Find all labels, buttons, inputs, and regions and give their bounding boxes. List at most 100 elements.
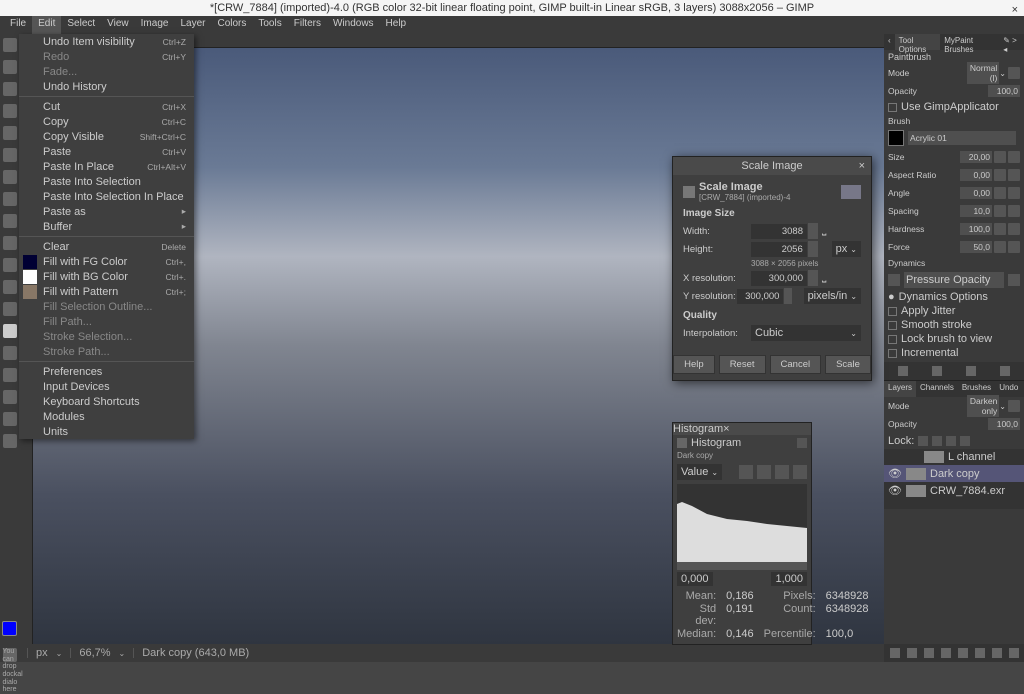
delete-layer-icon[interactable] xyxy=(1009,648,1019,658)
menu-icon[interactable] xyxy=(797,438,807,448)
mode-menu-icon[interactable] xyxy=(1008,67,1020,79)
free-select-tool-icon[interactable] xyxy=(3,60,17,74)
eraser-tool-icon[interactable] xyxy=(3,346,17,360)
menu-item-copy-visible[interactable]: Copy VisibleShift+Ctrl+C xyxy=(19,129,194,144)
menu-item-buffer[interactable]: Buffer▸ xyxy=(19,219,194,234)
spacing-value[interactable]: 10,0 xyxy=(960,205,992,217)
tool-options-tabs[interactable]: ‹ Tool Options MyPaint Brushes ✎ > ◂ xyxy=(884,34,1024,50)
smudge-tool-icon[interactable] xyxy=(3,412,17,426)
menu-file[interactable]: File xyxy=(4,16,32,34)
menu-item-keyboard-shortcuts[interactable]: Keyboard Shortcuts xyxy=(19,394,194,409)
smooth-checkbox[interactable] xyxy=(888,321,897,330)
menu-item-paste-into-selection[interactable]: Paste Into Selection xyxy=(19,174,194,189)
menu-layer[interactable]: Layer xyxy=(174,16,211,34)
size-reset-icon[interactable] xyxy=(994,151,1006,163)
unit-select[interactable]: px⌄ xyxy=(832,241,861,257)
hardness-value[interactable]: 100,0 xyxy=(960,223,992,235)
menu-select[interactable]: Select xyxy=(61,16,101,34)
fuzzy-select-tool-icon[interactable] xyxy=(3,82,17,96)
hist-max[interactable]: 1,000 xyxy=(771,572,807,586)
jitter-checkbox[interactable] xyxy=(888,307,897,316)
save-icon[interactable] xyxy=(898,366,908,376)
lock-alpha-icon[interactable] xyxy=(946,436,956,446)
menu-item-paste-in-place[interactable]: Paste In PlaceCtrl+Alt+V xyxy=(19,159,194,174)
linear-icon[interactable] xyxy=(739,465,753,479)
brush-size[interactable]: 20,00 xyxy=(960,151,992,163)
res-unit-select[interactable]: pixels/in⌄ xyxy=(804,288,861,304)
menu-item-fill-with-fg-color[interactable]: Fill with FG ColorCtrl+, xyxy=(19,254,194,269)
lock-pixels-icon[interactable] xyxy=(918,436,928,446)
size-link-icon[interactable] xyxy=(1008,151,1020,163)
menu-item-fill-with-pattern[interactable]: Fill with PatternCtrl+; xyxy=(19,284,194,299)
warp-tool-icon[interactable] xyxy=(3,214,17,228)
force-value[interactable]: 50,0 xyxy=(960,241,992,253)
menu-item-preferences[interactable]: Preferences xyxy=(19,364,194,379)
menu-image[interactable]: Image xyxy=(135,16,175,34)
layer-visibility-icon[interactable]: 👁 xyxy=(888,484,898,497)
menu-filters[interactable]: Filters xyxy=(288,16,327,34)
menu-item-undo-history[interactable]: Undo History xyxy=(19,79,194,94)
menu-windows[interactable]: Windows xyxy=(327,16,380,34)
menu-view[interactable]: View xyxy=(101,16,135,34)
rotate-tool-icon[interactable] xyxy=(3,148,17,162)
menu-item-undo-item-visibility[interactable]: Undo Item visibilityCtrl+Z xyxy=(19,34,194,49)
angle-value[interactable]: 0,00 xyxy=(960,187,992,199)
status-zoom[interactable]: 66,7% xyxy=(79,647,110,659)
gradient-tool-icon[interactable] xyxy=(3,280,17,294)
lockbrush-checkbox[interactable] xyxy=(888,335,897,344)
scale-button[interactable]: Scale xyxy=(825,355,871,374)
menu-item-copy[interactable]: CopyCtrl+C xyxy=(19,114,194,129)
menu-item-clear[interactable]: ClearDelete xyxy=(19,239,194,254)
menu-item-cut[interactable]: CutCtrl+X xyxy=(19,99,194,114)
menu-item-paste-as[interactable]: Paste as▸ xyxy=(19,204,194,219)
lock-position-icon[interactable] xyxy=(932,436,942,446)
close-icon[interactable]: × xyxy=(859,160,865,172)
rect-select-tool-icon[interactable] xyxy=(3,38,17,52)
xres-input[interactable]: 300,000 xyxy=(751,271,807,286)
status-unit[interactable]: px xyxy=(36,647,48,659)
menu-item-units[interactable]: Units xyxy=(19,424,194,439)
log-icon[interactable] xyxy=(757,465,771,479)
menu-item-fill-with-bg-color[interactable]: Fill with BG ColorCtrl+. xyxy=(19,269,194,284)
layer-item[interactable]: 👁CRW_7884.exr xyxy=(884,482,1024,499)
dodge-tool-icon[interactable] xyxy=(3,434,17,448)
brush-name[interactable]: Acrylic 01 xyxy=(908,131,1016,145)
clone-tool-icon[interactable] xyxy=(3,368,17,382)
incremental-checkbox[interactable] xyxy=(888,349,897,358)
range-slider[interactable] xyxy=(677,562,807,570)
aspect-value[interactable]: 0,00 xyxy=(960,169,992,181)
menu-tools[interactable]: Tools xyxy=(252,16,287,34)
layer-mode[interactable]: Darken only xyxy=(967,395,999,417)
layer-opacity[interactable]: 100,0 xyxy=(988,418,1020,430)
layer-item[interactable]: 👁Dark copy xyxy=(884,465,1024,482)
brush-thumb-icon[interactable] xyxy=(888,130,904,146)
bucket-tool-icon[interactable] xyxy=(3,258,17,272)
menu-item-paste-into-selection-in-place[interactable]: Paste Into Selection In Place xyxy=(19,189,194,204)
hist-min[interactable]: 0,000 xyxy=(677,572,713,586)
move-tool-icon[interactable] xyxy=(3,126,17,140)
opacity-value[interactable]: 100,0 xyxy=(988,85,1020,97)
reset-button[interactable]: Reset xyxy=(719,355,766,374)
layer-visibility-icon[interactable]: 👁 xyxy=(888,467,898,480)
interpolation-select[interactable]: Cubic⌄ xyxy=(751,325,861,341)
dynamics-name[interactable]: Pressure Opacity xyxy=(904,272,1004,288)
flip-tool-icon[interactable] xyxy=(3,192,17,206)
height-input[interactable]: 2056 xyxy=(751,242,807,257)
menu-item-paste[interactable]: PasteCtrl+V xyxy=(19,144,194,159)
dynamics-icon[interactable] xyxy=(888,274,900,286)
help-button[interactable]: Help xyxy=(673,355,715,374)
crop-tool-icon[interactable] xyxy=(3,104,17,118)
mode-select[interactable]: Normal (l) xyxy=(967,62,999,84)
menu-edit[interactable]: Edit xyxy=(32,16,61,34)
paintbrush-tool-icon[interactable] xyxy=(3,324,17,338)
width-input[interactable]: 3088 xyxy=(751,224,807,239)
yres-input[interactable]: 300,000 xyxy=(737,289,783,304)
window-close-icon[interactable]: × xyxy=(1012,2,1018,18)
new-layer-icon[interactable] xyxy=(890,648,900,658)
channel-select[interactable]: Value⌄ xyxy=(677,464,722,480)
pencil-tool-icon[interactable] xyxy=(3,302,17,316)
menu-help[interactable]: Help xyxy=(380,16,413,34)
cancel-button[interactable]: Cancel xyxy=(770,355,822,374)
menu-colors[interactable]: Colors xyxy=(211,16,252,34)
heal-tool-icon[interactable] xyxy=(3,390,17,404)
